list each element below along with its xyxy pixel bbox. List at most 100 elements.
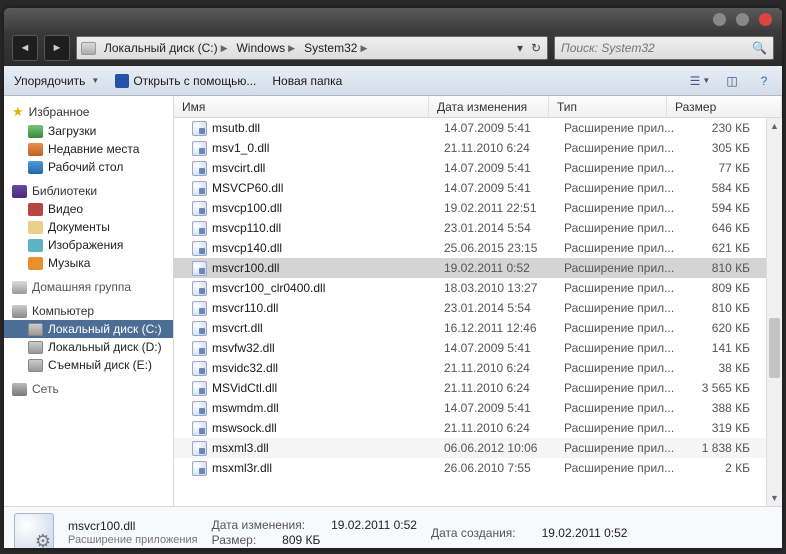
file-row[interactable]: msvcp140.dll25.06.2015 23:15Расширение п… (174, 238, 782, 258)
sidebar-drive-item[interactable]: Локальный диск (C:) (4, 320, 173, 338)
file-row[interactable]: mswsock.dll21.11.2010 6:24Расширение при… (174, 418, 782, 438)
help-button[interactable]: ? (756, 73, 772, 89)
file-size: 141 КБ (682, 341, 762, 355)
sidebar-network[interactable]: Сеть (4, 380, 173, 398)
file-size: 810 КБ (682, 261, 762, 275)
dll-icon (192, 381, 207, 396)
sidebar-item[interactable]: Документы (4, 218, 173, 236)
sidebar-item-label: Видео (48, 202, 83, 216)
file-date: 14.07.2009 5:41 (444, 121, 564, 135)
file-row[interactable]: mswmdm.dll14.07.2009 5:41Расширение прил… (174, 398, 782, 418)
file-row[interactable]: msxml3.dll06.06.2012 10:06Расширение при… (174, 438, 782, 458)
dll-icon (192, 301, 207, 316)
file-size: 3 565 КБ (682, 381, 762, 395)
dll-icon (192, 201, 207, 216)
library-icon (12, 185, 27, 198)
minimize-button[interactable] (713, 13, 726, 26)
sidebar-homegroup[interactable]: Домашняя группа (4, 278, 173, 296)
sidebar-drive-item[interactable]: Съемный диск (E:) (4, 356, 173, 374)
column-size[interactable]: Размер (667, 96, 782, 117)
file-row[interactable]: msvcrt.dll16.12.2011 12:46Расширение при… (174, 318, 782, 338)
file-row[interactable]: MSVCP60.dll14.07.2009 5:41Расширение при… (174, 178, 782, 198)
column-date[interactable]: Дата изменения (429, 96, 549, 117)
file-name: msvcr100.dll (212, 261, 444, 275)
details-size-value: 809 КБ (282, 533, 320, 547)
scrollbar[interactable]: ▲ ▼ (766, 118, 782, 506)
sidebar-item[interactable]: Изображения (4, 236, 173, 254)
dll-icon (192, 221, 207, 236)
sidebar-drive-item[interactable]: Локальный диск (D:) (4, 338, 173, 356)
back-button[interactable]: ◄ (12, 35, 38, 61)
file-row[interactable]: MSVidCtl.dll21.11.2010 6:24Расширение пр… (174, 378, 782, 398)
refresh-icon[interactable]: ↻ (529, 41, 543, 55)
sidebar-item-label: Локальный диск (C:) (48, 322, 162, 336)
preview-pane-button[interactable]: ◫ (724, 73, 740, 89)
dll-icon (192, 361, 207, 376)
details-created-label: Дата создания: (431, 526, 516, 540)
file-name: MSVidCtl.dll (212, 381, 444, 395)
sidebar-item[interactable]: Недавние места (4, 140, 173, 158)
file-date: 19.02.2011 22:51 (444, 201, 564, 215)
file-type: Расширение прил... (564, 341, 682, 355)
forward-button[interactable]: ► (44, 35, 70, 61)
sidebar-favorites-header[interactable]: ★Избранное (4, 102, 173, 122)
sidebar-item[interactable]: Видео (4, 200, 173, 218)
chevron-right-icon: ▶ (288, 43, 295, 54)
disk-icon (28, 359, 43, 372)
close-button[interactable] (759, 13, 772, 26)
details-filename: msvcr100.dll (68, 519, 198, 533)
breadcrumb[interactable]: Windows▶ (234, 41, 300, 55)
column-type[interactable]: Тип (549, 96, 667, 117)
file-row[interactable]: msutb.dll14.07.2009 5:41Расширение прил.… (174, 118, 782, 138)
star-icon: ★ (12, 104, 24, 120)
file-row[interactable]: msvcp100.dll19.02.2011 22:51Расширение п… (174, 198, 782, 218)
file-type: Расширение прил... (564, 441, 682, 455)
breadcrumb[interactable]: Локальный диск (C:)▶ (102, 41, 232, 55)
file-name: mswmdm.dll (212, 401, 444, 415)
file-list[interactable]: msutb.dll14.07.2009 5:41Расширение прил.… (174, 118, 782, 506)
newfolder-button[interactable]: Новая папка (272, 74, 342, 88)
maximize-button[interactable] (736, 13, 749, 26)
file-type: Расширение прил... (564, 141, 682, 155)
file-row[interactable]: msxml3r.dll26.06.2010 7:55Расширение при… (174, 458, 782, 478)
file-type: Расширение прил... (564, 221, 682, 235)
sidebar-libraries-header[interactable]: Библиотеки (4, 182, 173, 200)
organize-button[interactable]: Упорядочить▼ (14, 74, 99, 88)
sidebar-item-label: Загрузки (48, 124, 96, 138)
file-size: 388 КБ (682, 401, 762, 415)
breadcrumb[interactable]: System32▶ (302, 41, 372, 55)
file-row[interactable]: msv1_0.dll21.11.2010 6:24Расширение прил… (174, 138, 782, 158)
dll-icon (192, 401, 207, 416)
address-dropdown[interactable]: ▾ (513, 41, 527, 55)
file-type-icon (14, 513, 54, 549)
sidebar-computer-header[interactable]: Компьютер (4, 302, 173, 320)
file-date: 14.07.2009 5:41 (444, 161, 564, 175)
openwith-button[interactable]: Открыть с помощью... (115, 74, 256, 88)
sidebar-item[interactable]: Рабочий стол (4, 158, 173, 176)
file-row[interactable]: msvcp110.dll23.01.2014 5:54Расширение пр… (174, 218, 782, 238)
search-input[interactable] (561, 41, 752, 55)
details-pane: msvcr100.dll Расширение приложения Дата … (4, 506, 782, 548)
sidebar-item[interactable]: Загрузки (4, 122, 173, 140)
file-row[interactable]: msvfw32.dll14.07.2009 5:41Расширение при… (174, 338, 782, 358)
view-options-button[interactable]: ☰ ▼ (692, 73, 708, 89)
file-row[interactable]: msvcirt.dll14.07.2009 5:41Расширение при… (174, 158, 782, 178)
file-size: 1 838 КБ (682, 441, 762, 455)
address-bar[interactable]: Локальный диск (C:)▶ Windows▶ System32▶ … (76, 36, 548, 60)
file-row[interactable]: msvcr110.dll23.01.2014 5:54Расширение пр… (174, 298, 782, 318)
file-date: 18.03.2010 13:27 (444, 281, 564, 295)
search-box[interactable]: 🔍 (554, 36, 774, 60)
file-row[interactable]: msvidc32.dll21.11.2010 6:24Расширение пр… (174, 358, 782, 378)
sidebar-item[interactable]: Музыка (4, 254, 173, 272)
file-date: 25.06.2015 23:15 (444, 241, 564, 255)
column-name[interactable]: Имя (174, 96, 429, 117)
column-headers: Имя Дата изменения Тип Размер (174, 96, 782, 118)
file-row[interactable]: msvcr100.dll19.02.2011 0:52Расширение пр… (174, 258, 782, 278)
scroll-thumb[interactable] (769, 318, 780, 378)
library-icon (28, 221, 43, 234)
sidebar-item-label: Локальный диск (D:) (48, 340, 162, 354)
scroll-down-icon[interactable]: ▼ (767, 490, 782, 506)
file-name: MSVCP60.dll (212, 181, 444, 195)
file-row[interactable]: msvcr100_clr0400.dll18.03.2010 13:27Расш… (174, 278, 782, 298)
scroll-up-icon[interactable]: ▲ (767, 118, 782, 134)
